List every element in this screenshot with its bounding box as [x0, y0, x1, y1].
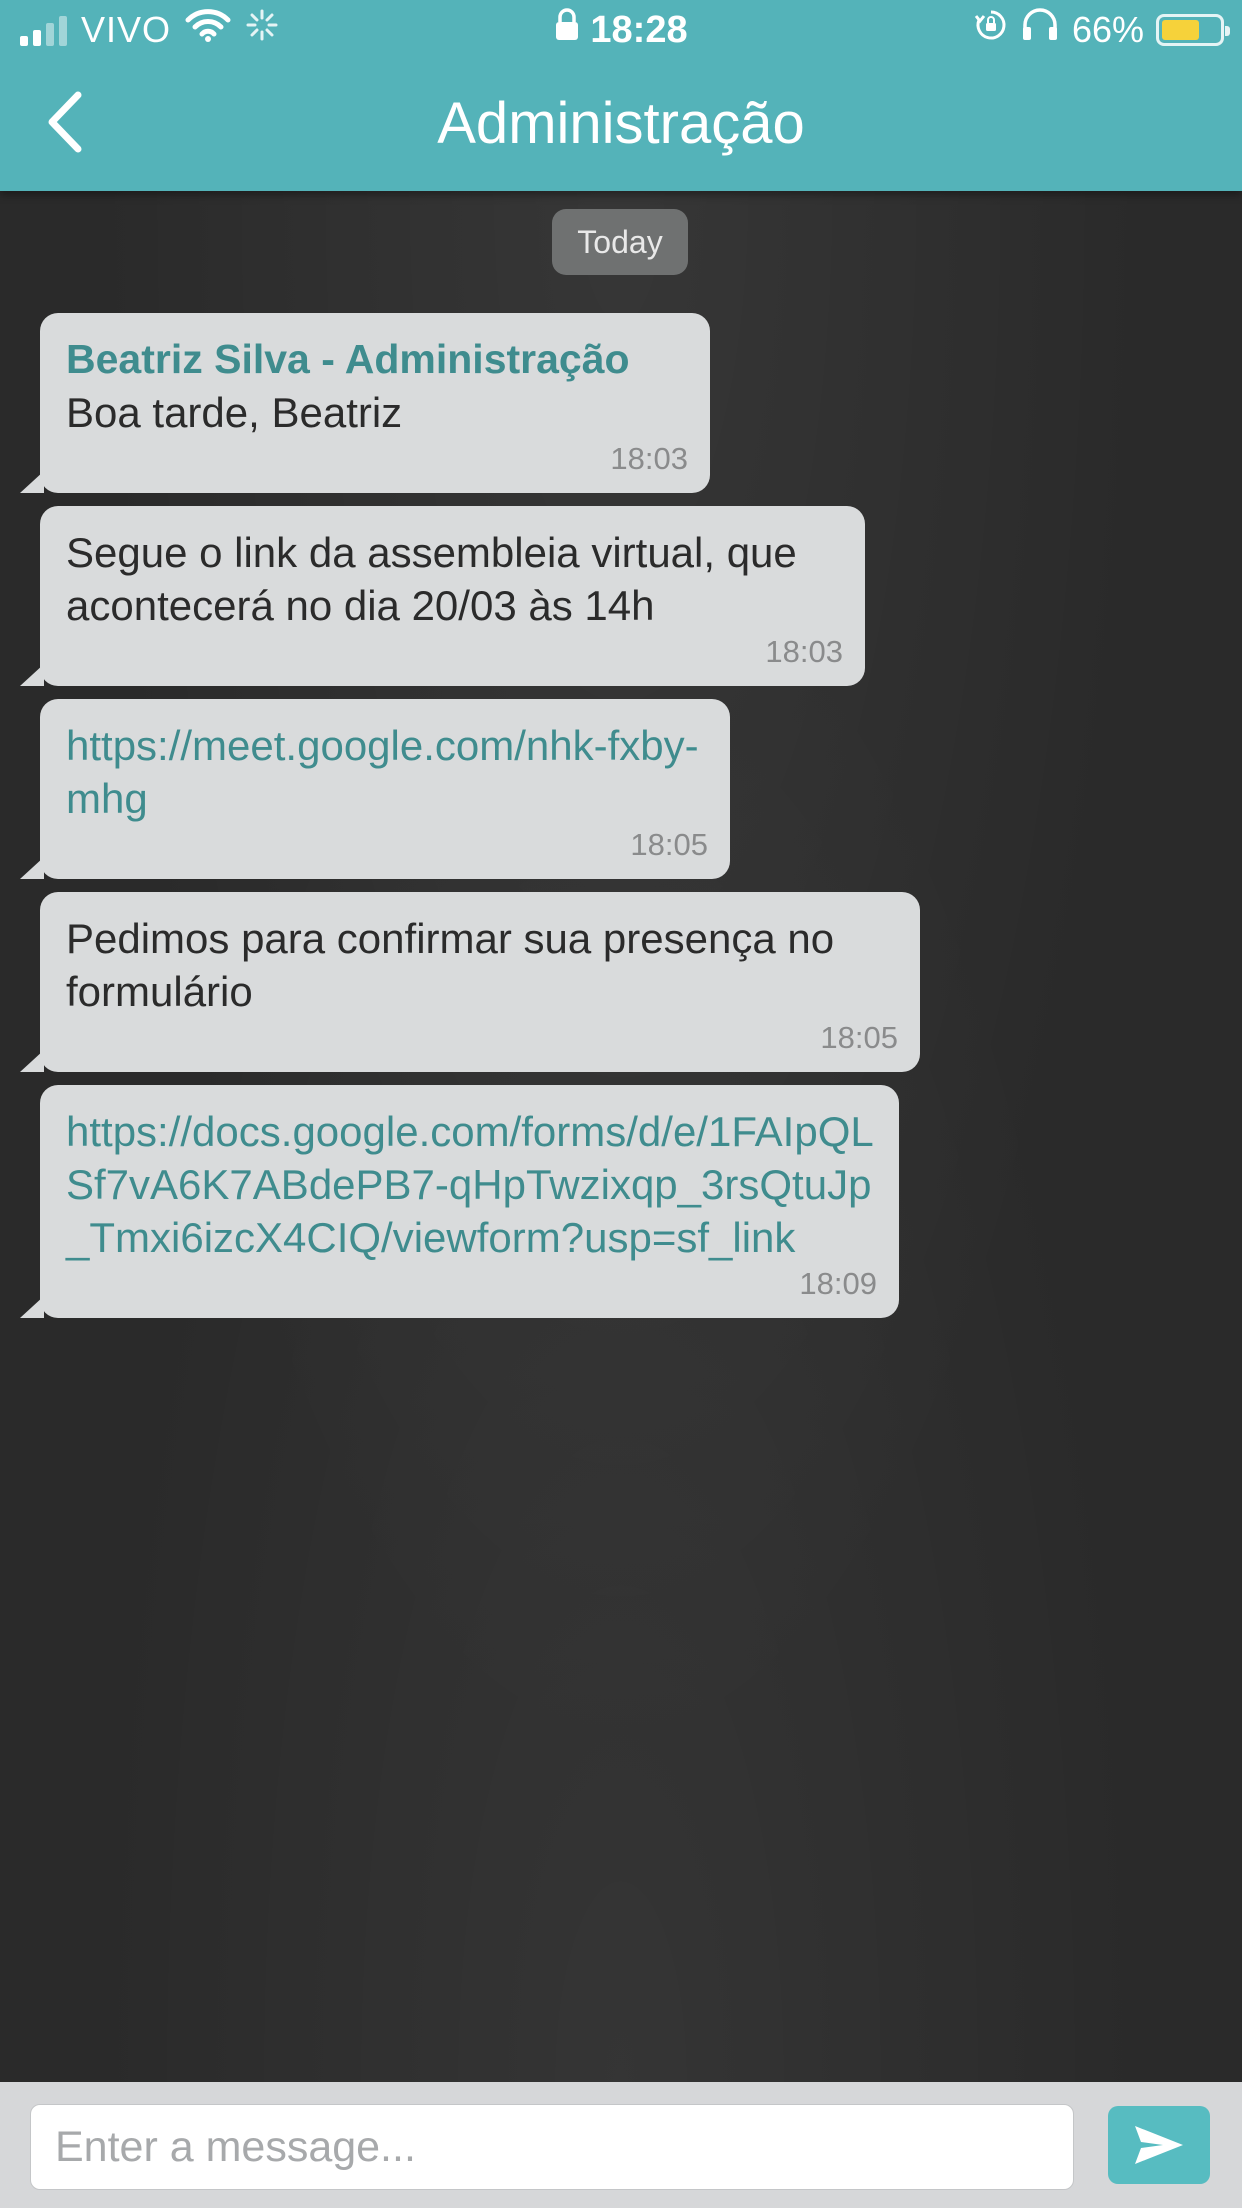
top-bar: VIVO 18:28 66% Administração: [0, 0, 1242, 191]
message-input[interactable]: Enter a message...: [30, 2104, 1074, 2190]
message-text: Segue o link da assembleia virtual, que …: [66, 529, 797, 629]
date-separator: Today: [552, 209, 688, 275]
status-bar: VIVO 18:28 66%: [0, 0, 1242, 60]
page-title: Administração: [437, 91, 805, 156]
message-sender: Beatriz Silva - Administração: [66, 336, 630, 382]
message-text: Boa tarde, Beatriz: [66, 389, 403, 436]
send-icon: [1135, 2126, 1183, 2164]
message-link[interactable]: https://docs.google.com/forms/d/e/1FAIpQ…: [66, 1105, 877, 1264]
battery-percent: 66%: [1071, 8, 1144, 50]
battery-fill: [1162, 19, 1199, 40]
message-time: 18:03: [610, 441, 688, 476]
composer-bar: Enter a message...: [0, 2082, 1242, 2208]
message-list[interactable]: Today Beatriz Silva - Administração Boa …: [0, 191, 1242, 2082]
message-bubble[interactable]: Pedimos para confirmar sua presença no f…: [20, 892, 920, 1072]
chat-screen: VIVO 18:28 66% Administração Today Beatr…: [0, 0, 1242, 2208]
status-right: 66%: [974, 8, 1230, 51]
status-time: 18:28: [590, 8, 688, 51]
message-time: 18:03: [765, 634, 843, 669]
lock-icon: [554, 8, 580, 52]
message-link[interactable]: https://meet.google.com/nhk-fxby-mhg: [66, 719, 708, 825]
message-bubble[interactable]: Beatriz Silva - Administração Boa tarde,…: [20, 313, 710, 493]
message-bubble[interactable]: https://meet.google.com/nhk-fxby-mhg 18:…: [20, 699, 730, 879]
message-bubble[interactable]: Segue o link da assembleia virtual, que …: [20, 506, 865, 686]
rotation-lock-icon: [974, 8, 1008, 51]
message-bubble[interactable]: https://docs.google.com/forms/d/e/1FAIpQ…: [20, 1085, 899, 1318]
navigation-bar: Administração: [0, 62, 1242, 187]
send-button[interactable]: [1108, 2106, 1210, 2184]
battery-icon: [1156, 13, 1230, 46]
message-time: 18:09: [799, 1266, 877, 1301]
headphones-icon: [1020, 8, 1060, 51]
message-time: 18:05: [820, 1020, 898, 1055]
message-text: Pedimos para confirmar sua presença no f…: [66, 915, 835, 1015]
message-time: 18:05: [630, 827, 708, 862]
